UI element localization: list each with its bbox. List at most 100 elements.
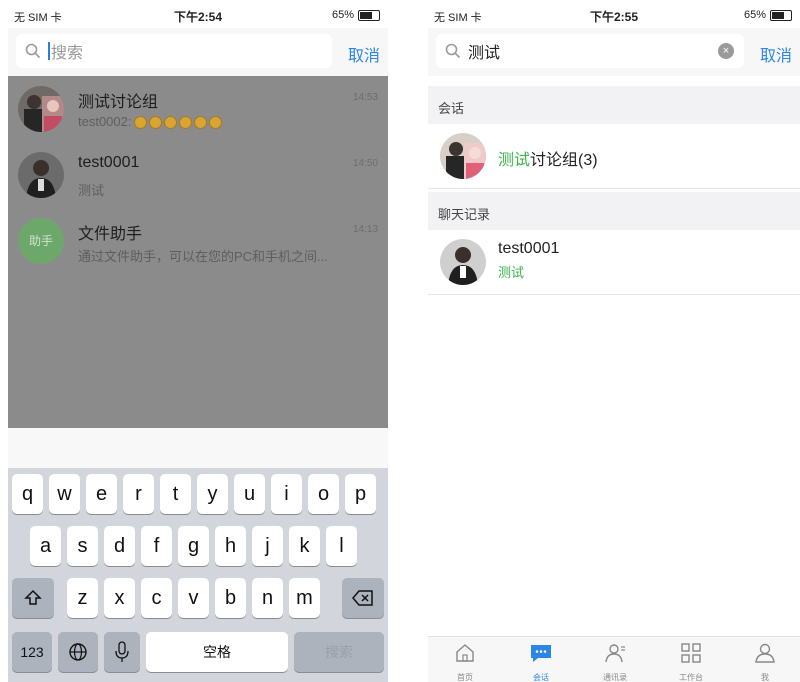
tab-workbench[interactable]: 工作台 xyxy=(666,641,716,682)
dictation-key[interactable] xyxy=(104,632,140,672)
search-query: 测试 xyxy=(468,45,501,62)
conversation-title: test0001 xyxy=(78,154,140,171)
emoji-icon xyxy=(193,116,207,130)
section-header-conversations: 会话 xyxy=(428,86,800,124)
search-bar: 测试 × 取消 xyxy=(428,28,800,76)
section-header-history: 聊天记录 xyxy=(428,192,800,230)
numbers-key[interactable]: 123 xyxy=(12,632,52,672)
battery-icon xyxy=(770,9,792,21)
microphone-icon xyxy=(115,641,129,662)
keyboard-row-4: 123 空格 搜索 xyxy=(8,632,388,672)
key-e[interactable]: e xyxy=(86,474,117,514)
left-screen: 无 SIM 卡 下午2:54 65% 搜索 取消 测试讨论组 test0002:… xyxy=(8,4,388,682)
backspace-icon xyxy=(352,590,373,606)
keyboard-row-3: z x c v b n m xyxy=(8,578,388,618)
key-m[interactable]: m xyxy=(289,578,320,618)
history-result[interactable]: test0001 测试 xyxy=(428,230,800,295)
key-z[interactable]: z xyxy=(67,578,98,618)
key-f[interactable]: f xyxy=(141,526,172,566)
on-screen-keyboard: q w e r t y u i o p a s d f g h j k l z xyxy=(8,468,388,682)
search-icon xyxy=(25,43,41,59)
key-j[interactable]: j xyxy=(252,526,283,566)
section-title: 会话 xyxy=(438,101,465,116)
search-placeholder: 搜索 xyxy=(51,45,84,62)
battery-percent: 65% xyxy=(743,9,766,21)
search-bar: 搜索 取消 xyxy=(8,28,388,76)
right-screen: 无 SIM 卡 下午2:55 65% 测试 × 取消 会话 测试讨论组(3) 聊… xyxy=(428,4,800,682)
search-key[interactable]: 搜索 xyxy=(294,632,384,672)
key-l[interactable]: l xyxy=(326,526,357,566)
conversation-time: 14:13 xyxy=(352,224,378,235)
list-item[interactable]: 测试讨论组 test0002: 14:53 xyxy=(8,76,388,142)
section-title: 聊天记录 xyxy=(438,207,491,222)
cancel-button[interactable]: 取消 xyxy=(760,42,792,66)
user-avatar xyxy=(18,152,64,198)
shift-icon xyxy=(24,589,42,605)
tab-label: 首页 xyxy=(457,673,473,682)
key-x[interactable]: x xyxy=(104,578,135,618)
dimmed-conversation-list[interactable]: 测试讨论组 test0002: 14:53 test0001 测试 14:50 … xyxy=(8,76,388,428)
key-q[interactable]: q xyxy=(12,474,43,514)
emoji-icon xyxy=(163,116,177,130)
contacts-icon xyxy=(605,644,625,663)
key-c[interactable]: c xyxy=(141,578,172,618)
search-icon xyxy=(445,43,461,59)
key-k[interactable]: k xyxy=(289,526,320,566)
conversation-time: 14:50 xyxy=(352,158,378,169)
shift-key[interactable] xyxy=(12,578,54,618)
emoji-icon xyxy=(208,116,222,130)
key-p[interactable]: p xyxy=(345,474,376,514)
conversation-title: 文件助手 xyxy=(78,226,143,243)
key-y[interactable]: y xyxy=(197,474,228,514)
battery-icon xyxy=(358,9,380,21)
search-input[interactable]: 测试 × xyxy=(436,34,744,68)
emoji-icon xyxy=(148,116,162,130)
backspace-key[interactable] xyxy=(342,578,384,618)
key-i[interactable]: i xyxy=(271,474,302,514)
search-input[interactable]: 搜索 xyxy=(16,34,332,68)
title-rest: 讨论组(3) xyxy=(530,152,598,169)
list-item[interactable]: test0001 测试 14:50 xyxy=(8,142,388,208)
status-bar: 无 SIM 卡 下午2:55 65% xyxy=(428,4,800,28)
globe-icon xyxy=(69,643,87,661)
key-d[interactable]: d xyxy=(104,526,135,566)
battery-indicator: 65% xyxy=(744,9,792,21)
home-icon xyxy=(456,644,474,662)
match-highlight: 测试 xyxy=(498,152,531,169)
cancel-button[interactable]: 取消 xyxy=(348,42,380,66)
key-u[interactable]: u xyxy=(234,474,265,514)
conversation-preview: 通过文件助手，可以在您的PC和手机之间... xyxy=(78,249,328,264)
key-a[interactable]: a xyxy=(30,526,61,566)
conversation-title: 测试讨论组 xyxy=(78,94,159,111)
tab-contacts[interactable]: 通讯录 xyxy=(590,641,640,682)
history-title: test0001 xyxy=(498,240,560,257)
group-avatar xyxy=(440,133,486,179)
key-o[interactable]: o xyxy=(308,474,339,514)
history-match: 测试 xyxy=(498,265,525,280)
tab-chat[interactable]: 会话 xyxy=(516,641,566,682)
profile-icon xyxy=(755,643,775,663)
key-s[interactable]: s xyxy=(67,526,98,566)
status-bar: 无 SIM 卡 下午2:54 65% xyxy=(8,4,388,28)
key-w[interactable]: w xyxy=(49,474,80,514)
clear-search-icon[interactable]: × xyxy=(718,43,734,59)
key-g[interactable]: g xyxy=(178,526,209,566)
list-item[interactable]: 助手 文件助手 通过文件助手，可以在您的PC和手机之间... 14:13 xyxy=(8,208,388,274)
conversation-preview: test0002: xyxy=(78,114,222,130)
key-t[interactable]: t xyxy=(160,474,191,514)
battery-percent: 65% xyxy=(331,9,354,21)
emoji-icon xyxy=(178,116,192,130)
key-n[interactable]: n xyxy=(252,578,283,618)
key-b[interactable]: b xyxy=(215,578,246,618)
group-avatar xyxy=(18,86,64,132)
conversation-result[interactable]: 测试讨论组(3) xyxy=(428,124,800,189)
globe-key[interactable] xyxy=(58,632,98,672)
key-v[interactable]: v xyxy=(178,578,209,618)
key-r[interactable]: r xyxy=(123,474,154,514)
tab-home[interactable]: 首页 xyxy=(440,641,490,682)
conversation-preview: 测试 xyxy=(78,183,105,198)
tab-me[interactable]: 我 xyxy=(740,641,790,682)
key-h[interactable]: h xyxy=(215,526,246,566)
file-assistant-avatar: 助手 xyxy=(18,218,64,264)
space-key[interactable]: 空格 xyxy=(146,632,288,672)
